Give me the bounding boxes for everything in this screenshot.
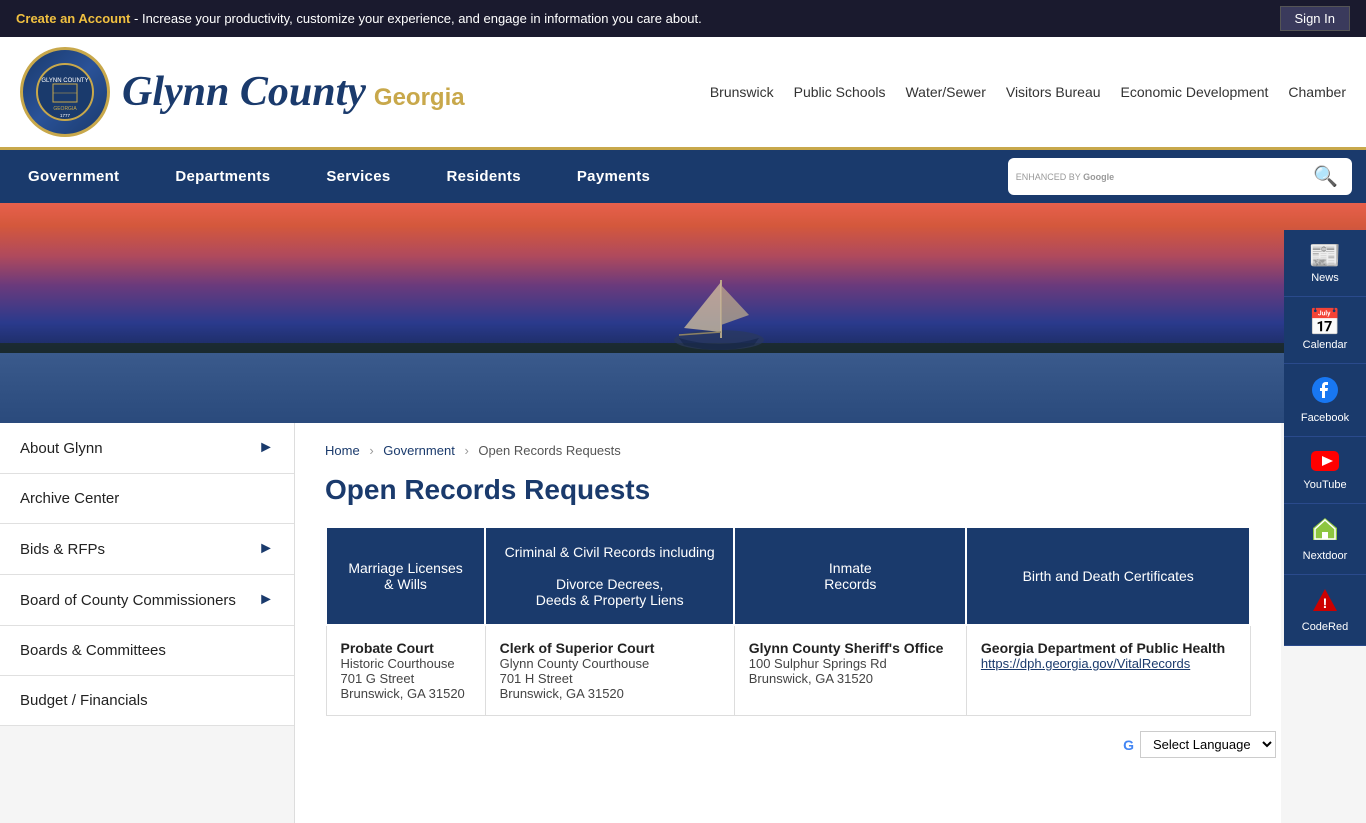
col-inmate-records: InmateRecords <box>734 527 966 625</box>
breadcrumb-home[interactable]: Home <box>325 443 360 458</box>
water-sewer-link[interactable]: Water/Sewer <box>905 84 985 100</box>
news-icon: 📰 <box>1309 242 1341 268</box>
nextdoor-icon <box>1312 516 1338 546</box>
breadcrumb-separator-2: › <box>464 443 468 458</box>
nav-payments[interactable]: Payments <box>549 150 678 203</box>
nav-residents[interactable]: Residents <box>418 150 548 203</box>
public-schools-link[interactable]: Public Schools <box>794 84 886 100</box>
sidebar-facebook[interactable]: Facebook <box>1284 364 1366 437</box>
economic-development-link[interactable]: Economic Development <box>1121 84 1269 100</box>
facebook-icon <box>1311 376 1339 408</box>
codered-icon: ! <box>1312 587 1338 617</box>
svg-text:1777: 1777 <box>60 113 71 118</box>
nav-services[interactable]: Services <box>298 150 418 203</box>
nav-departments[interactable]: Departments <box>147 150 298 203</box>
vital-records-link[interactable]: https://dph.georgia.gov/VitalRecords <box>981 656 1190 671</box>
top-bar: Create an Account - Increase your produc… <box>0 0 1366 37</box>
main-wrapper: About Glynn ► Archive Center Bids & RFPs… <box>0 423 1366 823</box>
brunswick-link[interactable]: Brunswick <box>710 84 774 100</box>
page-title: Open Records Requests <box>325 474 1251 506</box>
cell-public-health: Georgia Department of Public Health http… <box>966 625 1250 716</box>
header-external-links: Brunswick Public Schools Water/Sewer Vis… <box>710 84 1346 100</box>
sidebar-news[interactable]: 📰 News <box>1284 230 1366 297</box>
left-sidebar: About Glynn ► Archive Center Bids & RFPs… <box>0 423 295 823</box>
sidebar-calendar[interactable]: 📅 Calendar <box>1284 297 1366 364</box>
breadcrumb-separator-1: › <box>369 443 373 458</box>
chevron-right-icon: ► <box>258 439 274 457</box>
sidebar-item-about-glynn[interactable]: About Glynn ► <box>0 423 294 474</box>
table-row-departments: Probate Court Historic Courthouse 701 G … <box>326 625 1250 716</box>
site-title-area: Glynn County Georgia <box>122 68 465 116</box>
cell-sheriffs-office: Glynn County Sheriff's Office 100 Sulphu… <box>734 625 966 716</box>
sidebar-item-archive-center[interactable]: Archive Center <box>0 474 294 524</box>
google-g-icon: G <box>1123 737 1134 753</box>
county-seal: GLYNN COUNTY GEORGIA 1777 <box>20 47 110 137</box>
top-bar-right: Sign In <box>1280 6 1350 31</box>
col-birth-death: Birth and Death Certificates <box>966 527 1250 625</box>
sidebar-item-budget-financials[interactable]: Budget / Financials <box>0 676 294 726</box>
chevron-right-icon-3: ► <box>258 591 274 609</box>
hero-water <box>0 353 1366 423</box>
cell-probate-court: Probate Court Historic Courthouse 701 G … <box>326 625 485 716</box>
svg-text:!: ! <box>1323 595 1328 611</box>
sidebar-item-board-commissioners[interactable]: Board of County Commissioners ► <box>0 575 294 626</box>
top-bar-message: Create an Account - Increase your produc… <box>16 11 702 26</box>
search-input[interactable] <box>1118 163 1307 191</box>
cell-clerk-superior: Clerk of Superior Court Glynn County Cou… <box>485 625 734 716</box>
main-nav: Government Departments Services Resident… <box>0 150 1366 203</box>
breadcrumb-government[interactable]: Government <box>383 443 455 458</box>
sidebar-item-boards-committees[interactable]: Boards & Committees <box>0 626 294 676</box>
chamber-link[interactable]: Chamber <box>1288 84 1346 100</box>
sign-in-button[interactable]: Sign In <box>1280 6 1350 31</box>
language-select[interactable]: Select Language Spanish French German <box>1140 731 1276 758</box>
translate-bar: G Select Language Spanish French German <box>1123 731 1276 758</box>
svg-text:GEORGIA: GEORGIA <box>53 106 77 112</box>
col-marriage-licenses: Marriage Licenses& Wills <box>326 527 485 625</box>
sidebar-item-bids-rfps[interactable]: Bids & RFPs ► <box>0 524 294 575</box>
sidebar-nextdoor[interactable]: Nextdoor <box>1284 504 1366 575</box>
hero-image <box>0 203 1366 423</box>
search-button[interactable]: 🔍 <box>1307 162 1344 191</box>
breadcrumb: Home › Government › Open Records Request… <box>325 443 1251 458</box>
calendar-icon: 📅 <box>1309 309 1341 335</box>
create-account-link[interactable]: Create an Account <box>16 11 130 26</box>
svg-text:GLYNN COUNTY: GLYNN COUNTY <box>41 78 88 84</box>
nav-government[interactable]: Government <box>0 150 147 203</box>
col-criminal-civil: Criminal & Civil Records includingDivorc… <box>485 527 734 625</box>
sidebar-youtube[interactable]: YouTube <box>1284 437 1366 504</box>
search-enhanced-label: ENHANCED BY Google <box>1016 172 1114 182</box>
site-name: Glynn County <box>122 68 366 116</box>
hero-boat <box>659 260 779 363</box>
site-state: Georgia <box>374 68 465 116</box>
breadcrumb-current: Open Records Requests <box>478 443 620 458</box>
chevron-right-icon-2: ► <box>258 540 274 558</box>
nav-items: Government Departments Services Resident… <box>0 150 994 203</box>
sidebar-codered[interactable]: ! CodeRed <box>1284 575 1366 646</box>
search-area: ENHANCED BY Google 🔍 <box>1008 158 1352 195</box>
logo-area: GLYNN COUNTY GEORGIA 1777 Glynn County G… <box>20 47 465 137</box>
site-header: GLYNN COUNTY GEORGIA 1777 Glynn County G… <box>0 37 1366 150</box>
right-sidebar: 📰 News 📅 Calendar Facebook YouTube <box>1284 230 1366 646</box>
youtube-icon <box>1311 449 1339 475</box>
visitors-bureau-link[interactable]: Visitors Bureau <box>1006 84 1101 100</box>
content-area: Home › Government › Open Records Request… <box>295 423 1281 823</box>
records-table: Marriage Licenses& Wills Criminal & Civi… <box>325 526 1251 716</box>
